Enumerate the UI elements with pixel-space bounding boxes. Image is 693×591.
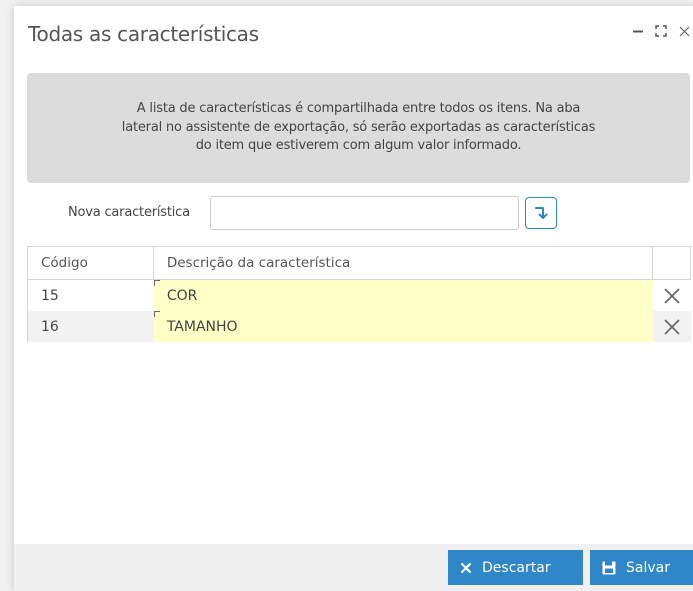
column-header-actions bbox=[653, 247, 691, 279]
column-header-description: Descrição da característica bbox=[154, 247, 654, 279]
info-line: lateral no assistente de exportação, só … bbox=[121, 119, 596, 135]
info-line: do item que estiverem com algum valor in… bbox=[195, 138, 522, 154]
table-row[interactable]: 16 TAMANHO bbox=[27, 311, 691, 342]
info-message: A lista de características é compartilha… bbox=[27, 73, 690, 183]
minimize-icon[interactable] bbox=[631, 24, 645, 38]
add-characteristic-button[interactable] bbox=[525, 197, 557, 229]
close-icon bbox=[664, 318, 680, 335]
dialog: Todas as características A lista de cara… bbox=[14, 6, 693, 591]
dialog-titlebar: Todas as características bbox=[14, 6, 693, 64]
grid-header: Código Descrição da característica bbox=[27, 247, 691, 280]
arrow-down-return-icon bbox=[535, 207, 548, 219]
dialog-title: Todas as características bbox=[28, 22, 259, 46]
column-header-code: Código bbox=[28, 247, 154, 279]
code-cell: 15 bbox=[41, 287, 59, 304]
close-icon bbox=[460, 562, 472, 573]
discard-button[interactable]: Descartar bbox=[448, 550, 583, 585]
new-characteristic-row: Nova característica bbox=[14, 196, 693, 232]
discard-label: Descartar bbox=[482, 559, 551, 576]
save-label: Salvar bbox=[626, 559, 670, 576]
new-characteristic-input[interactable] bbox=[210, 196, 519, 230]
save-icon bbox=[602, 561, 616, 574]
window-controls bbox=[631, 24, 691, 38]
close-icon bbox=[664, 287, 680, 304]
table-row[interactable]: 15 COR bbox=[27, 280, 691, 311]
info-text: A lista de características é compartilha… bbox=[121, 100, 596, 156]
close-icon[interactable] bbox=[677, 24, 691, 38]
maximize-icon[interactable] bbox=[654, 24, 668, 38]
new-characteristic-label: Nova característica bbox=[68, 205, 190, 220]
delete-row-button[interactable] bbox=[653, 311, 691, 342]
description-cell[interactable]: COR bbox=[153, 280, 654, 311]
dialog-footer: Descartar Salvar bbox=[14, 544, 693, 591]
description-cell[interactable]: TAMANHO bbox=[153, 311, 654, 342]
code-cell: 16 bbox=[41, 318, 59, 335]
info-line: A lista de características é compartilha… bbox=[136, 101, 581, 117]
save-button[interactable]: Salvar bbox=[590, 550, 693, 585]
characteristics-grid: Código Descrição da característica 15 CO… bbox=[27, 246, 691, 342]
delete-row-button[interactable] bbox=[653, 280, 691, 311]
